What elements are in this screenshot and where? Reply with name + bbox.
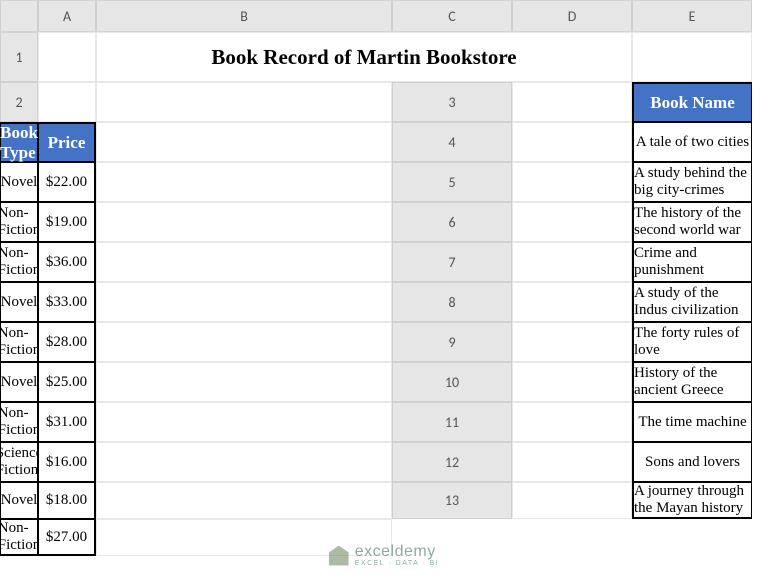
col-header-b[interactable]: B [96, 0, 392, 32]
table-row[interactable]: $28.00 [38, 322, 96, 362]
row-header-6[interactable]: 6 [392, 202, 512, 242]
table-row[interactable]: $27.00 [38, 519, 96, 556]
row-header-8[interactable]: 8 [392, 282, 512, 322]
corner-cell[interactable] [0, 0, 38, 32]
cell-a5[interactable] [512, 162, 632, 202]
watermark-main: exceldemy [355, 544, 440, 560]
table-row[interactable]: Non-Fiction [0, 519, 38, 556]
watermark-sub: EXCEL · DATA · BI [355, 560, 440, 567]
cell-a11[interactable] [512, 402, 632, 442]
table-header-type[interactable]: Book Type [0, 122, 38, 162]
cell-e2[interactable] [96, 82, 392, 122]
table-row[interactable]: Novel [0, 162, 38, 202]
cell-a8[interactable] [512, 282, 632, 322]
table-row[interactable]: $16.00 [38, 442, 96, 482]
row-header-12[interactable]: 12 [392, 442, 512, 482]
cell-a9[interactable] [512, 322, 632, 362]
table-row[interactable]: Non-Fiction [0, 322, 38, 362]
cell-e4[interactable] [96, 162, 392, 202]
row-header-10[interactable]: 10 [392, 362, 512, 402]
table-row[interactable]: Novel [0, 282, 38, 322]
row-header-5[interactable]: 5 [392, 162, 512, 202]
cell-a12[interactable] [512, 442, 632, 482]
cell-e5[interactable] [96, 202, 392, 242]
cell-e7[interactable] [96, 282, 392, 322]
cell-a4[interactable] [512, 122, 632, 162]
table-row[interactable]: Sons and lovers [632, 442, 752, 482]
table-row[interactable]: $22.00 [38, 162, 96, 202]
table-row[interactable]: Crime and punishment [632, 242, 752, 282]
cell-a3[interactable] [512, 82, 632, 122]
table-row[interactable]: A study of the Indus civilization [632, 282, 752, 322]
row-header-7[interactable]: 7 [392, 242, 512, 282]
table-row[interactable]: A journey through the Mayan history [632, 482, 752, 519]
cell-e10[interactable] [96, 402, 392, 442]
table-row[interactable]: Science Fiction [0, 442, 38, 482]
cell-a10[interactable] [512, 362, 632, 402]
row-header-4[interactable]: 4 [392, 122, 512, 162]
row-header-13[interactable]: 13 [392, 482, 512, 519]
table-header-name[interactable]: Book Name [632, 82, 752, 122]
row-header-9[interactable]: 9 [392, 322, 512, 362]
table-row[interactable]: Non-Fiction [0, 402, 38, 442]
table-row[interactable]: $18.00 [38, 482, 96, 519]
table-row[interactable]: A tale of two cities [632, 122, 752, 162]
table-header-price[interactable]: Price [38, 122, 96, 162]
cell-a2[interactable] [38, 82, 96, 122]
row-header-1[interactable]: 1 [0, 32, 38, 82]
spreadsheet-grid: A B C D E 1 Book Record of Martin Bookst… [0, 0, 768, 556]
col-header-c[interactable]: C [392, 0, 512, 32]
col-header-d[interactable]: D [512, 0, 632, 32]
table-row[interactable]: The forty rules of love [632, 322, 752, 362]
cell-e6[interactable] [96, 242, 392, 282]
table-row[interactable]: $33.00 [38, 282, 96, 322]
row-header-11[interactable]: 11 [392, 402, 512, 442]
table-row[interactable]: $25.00 [38, 362, 96, 402]
table-row[interactable]: $36.00 [38, 242, 96, 282]
cell-e12[interactable] [96, 482, 392, 519]
col-header-a[interactable]: A [38, 0, 96, 32]
col-header-e[interactable]: E [632, 0, 752, 32]
row-header-2[interactable]: 2 [0, 82, 38, 122]
cell-a6[interactable] [512, 202, 632, 242]
table-row[interactable]: A study behind the big city-crimes [632, 162, 752, 202]
cell-e11[interactable] [96, 442, 392, 482]
table-row[interactable]: Non-Fiction [0, 202, 38, 242]
row-header-3[interactable]: 3 [392, 82, 512, 122]
logo-icon [329, 546, 349, 566]
cell-a13[interactable] [512, 482, 632, 519]
table-row[interactable]: History of the ancient Greece [632, 362, 752, 402]
cell-e3[interactable] [96, 122, 392, 162]
page-title[interactable]: Book Record of Martin Bookstore [96, 32, 632, 82]
table-row[interactable]: The time machine [632, 402, 752, 442]
table-row[interactable]: Novel [0, 482, 38, 519]
table-row[interactable]: The history of the second world war [632, 202, 752, 242]
table-row[interactable]: $31.00 [38, 402, 96, 442]
cell-e1[interactable] [632, 32, 752, 82]
table-row[interactable]: Non-Fiction [0, 242, 38, 282]
cell-e8[interactable] [96, 322, 392, 362]
cell-a7[interactable] [512, 242, 632, 282]
watermark: exceldemy EXCEL · DATA · BI [329, 544, 440, 567]
table-row[interactable]: Novel [0, 362, 38, 402]
cell-a1[interactable] [38, 32, 96, 82]
cell-e9[interactable] [96, 362, 392, 402]
table-row[interactable]: $19.00 [38, 202, 96, 242]
